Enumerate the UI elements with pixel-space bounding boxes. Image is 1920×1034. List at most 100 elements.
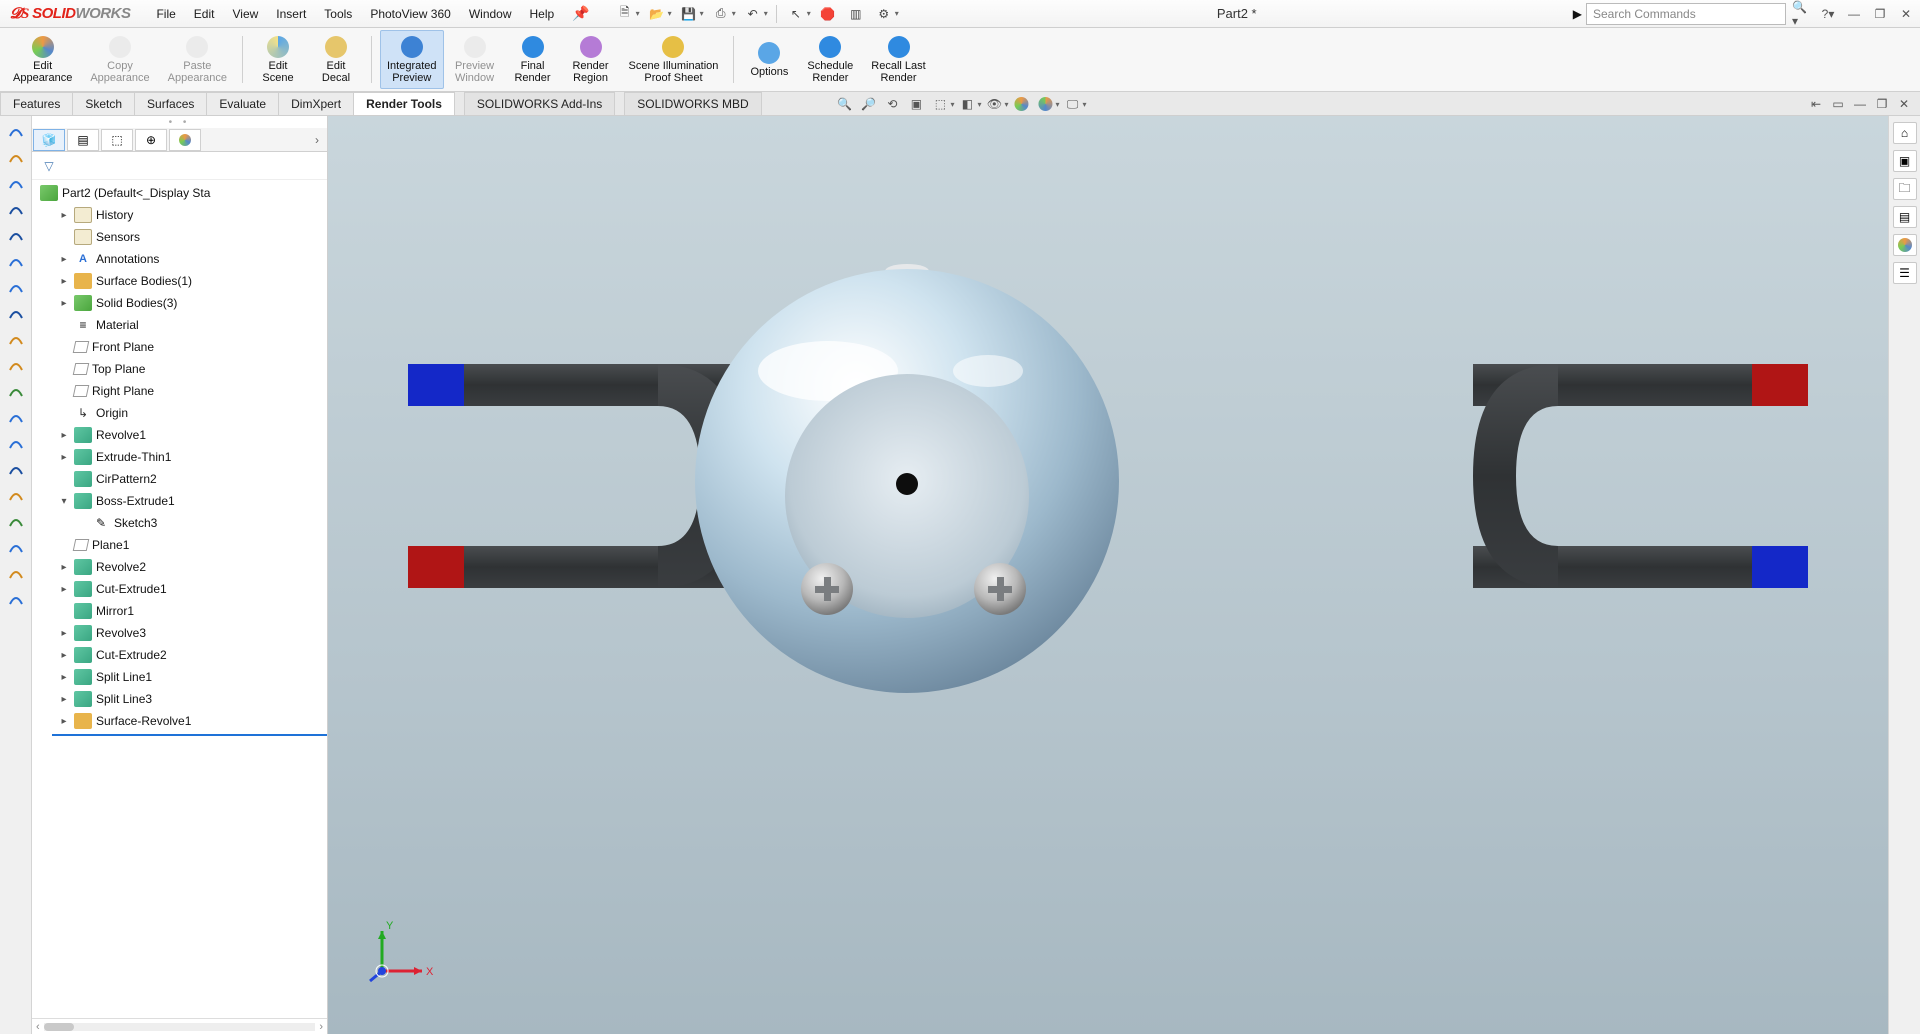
schedule-render-button[interactable]: ScheduleRender [800,30,860,89]
menu-file[interactable]: File [148,3,183,25]
search-commands-input[interactable]: Search Commands [1586,3,1786,25]
tree-item-origin[interactable]: ↳Origin [32,402,327,424]
sketch-tool-14[interactable] [4,484,28,506]
tree-horizontal-scrollbar[interactable]: ‹› [32,1018,327,1034]
filter-icon[interactable]: ▽ [40,157,58,175]
panel-overflow-icon[interactable]: › [307,133,327,147]
tree-root[interactable]: Part2 (Default<_Display Sta [32,182,327,204]
open-button[interactable]: 📂 [644,3,670,25]
print-button[interactable]: ⎙ [708,3,734,25]
section-view-icon[interactable]: ▣ [905,94,927,114]
sketch-tool-6[interactable] [4,276,28,298]
tree-item-revolve1[interactable]: ▸Revolve1 [32,424,327,446]
sketch-tool-9[interactable] [4,354,28,376]
tab-sketch[interactable]: Sketch [72,92,135,115]
appearances-icon[interactable] [1893,234,1917,256]
menu-view[interactable]: View [224,3,266,25]
final-render-button[interactable]: FinalRender [506,30,560,89]
sketch-tool-0[interactable] [4,120,28,142]
sketch-tool-17[interactable] [4,562,28,584]
tree-item-mirror1[interactable]: Mirror1 [32,600,327,622]
tree-item-sketch3[interactable]: ✎Sketch3 [32,512,327,534]
view-orientation-icon[interactable]: ⬚ [929,94,951,114]
recall-render-button[interactable]: Recall LastRender [864,30,932,89]
tab-solidworks-mbd[interactable]: SOLIDWORKS MBD [624,92,761,115]
tree-item-split-line3[interactable]: ▸Split Line3 [32,688,327,710]
sketch-tool-4[interactable] [4,224,28,246]
menu-edit[interactable]: Edit [186,3,223,25]
tree-item-front-plane[interactable]: Front Plane [32,336,327,358]
tree-item-material-not-specified-[interactable]: ≡Material [32,314,327,336]
edit-scene-button[interactable]: EditScene [251,30,305,89]
close-button[interactable]: ✕ [1896,4,1916,24]
property-manager-tab[interactable]: ▤ [67,129,99,151]
graphics-viewport[interactable]: X Y [328,116,1888,1034]
feature-tree-tab[interactable]: 🧊 [33,129,65,151]
display-manager-tab[interactable] [169,129,201,151]
file-explorer-icon[interactable]: ▤ [1893,206,1917,228]
tab-dimxpert[interactable]: DimXpert [278,92,354,115]
menu-tools[interactable]: Tools [316,3,360,25]
expand-panel-icon[interactable]: ⇤ [1806,95,1826,113]
tree-item-revolve3[interactable]: ▸Revolve3 [32,622,327,644]
sketch-tool-1[interactable] [4,146,28,168]
edit-appearance-button[interactable]: EditAppearance [6,30,79,89]
tab-solidworks-add-ins[interactable]: SOLIDWORKS Add-Ins [464,92,615,115]
tab-surfaces[interactable]: Surfaces [134,92,207,115]
menu-help[interactable]: Help [522,3,563,25]
undo-button[interactable]: ↶ [740,3,766,25]
restore-button[interactable]: ❐ [1870,4,1890,24]
close-viewport-icon[interactable]: ✕ [1894,95,1914,113]
dimxpert-manager-tab[interactable]: ⊕ [135,129,167,151]
options-button[interactable]: Options [742,30,796,89]
tab-features[interactable]: Features [0,92,73,115]
search-play-icon[interactable]: ▶ [1573,7,1582,21]
tree-item-boss-extrude1[interactable]: ▾Boss-Extrude1 [32,490,327,512]
tree-item-annotations[interactable]: ▸AAnnotations [32,248,327,270]
tab-render-tools[interactable]: Render Tools [353,92,455,115]
select-button[interactable]: ↖ [783,3,809,25]
tree-item-revolve2[interactable]: ▸Revolve2 [32,556,327,578]
sketch-tool-10[interactable] [4,380,28,402]
menu-insert[interactable]: Insert [268,3,314,25]
tree-item-solid-bodies-3-[interactable]: ▸Solid Bodies(3) [32,292,327,314]
tree-item-plane1[interactable]: Plane1 [32,534,327,556]
sketch-tool-18[interactable] [4,588,28,610]
sketch-tool-7[interactable] [4,302,28,324]
tree-item-right-plane[interactable]: Right Plane [32,380,327,402]
tree-item-extrude-thin1[interactable]: ▸Extrude-Thin1 [32,446,327,468]
min-viewport-icon[interactable]: — [1850,95,1870,113]
view-settings-icon[interactable]: 🖵 [1062,94,1084,114]
edit-appearance-hud-icon[interactable] [1011,94,1033,114]
sketch-tool-5[interactable] [4,250,28,272]
zoom-area-icon[interactable]: 🔎 [857,94,879,114]
tab-evaluate[interactable]: Evaluate [206,92,279,115]
design-library-icon[interactable]: 🗀 [1893,178,1917,200]
tree-item-split-line1[interactable]: ▸Split Line1 [32,666,327,688]
resources-icon[interactable]: ▣ [1893,150,1917,172]
tree-item-top-plane[interactable]: Top Plane [32,358,327,380]
tree-item-cirpattern2[interactable]: CirPattern2 [32,468,327,490]
menu-window[interactable]: Window [461,3,520,25]
max-viewport-icon[interactable]: ❐ [1872,95,1892,113]
new-doc-button[interactable]: 🗎 [612,3,638,25]
tree-item-surface-bodies-1-[interactable]: ▸Surface Bodies(1) [32,270,327,292]
edit-decal-button[interactable]: EditDecal [309,30,363,89]
save-button[interactable]: 💾 [676,3,702,25]
render-region-button[interactable]: RenderRegion [564,30,618,89]
sketch-tool-12[interactable] [4,432,28,454]
settings-button[interactable]: ⚙ [871,3,897,25]
integrated-preview-button[interactable]: IntegratedPreview [380,30,444,89]
tile-icon[interactable]: ▭ [1828,95,1848,113]
display-style-icon[interactable]: ◧ [956,94,978,114]
tree-item-cut-extrude1[interactable]: ▸Cut-Extrude1 [32,578,327,600]
sketch-tool-3[interactable] [4,198,28,220]
hide-show-icon[interactable]: 👁 [983,94,1005,114]
feature-tree[interactable]: Part2 (Default<_Display Sta▸HistorySenso… [32,180,327,1018]
config-manager-tab[interactable]: ⬚ [101,129,133,151]
pin-icon[interactable]: 📌 [572,5,589,22]
tree-item-sensors[interactable]: Sensors [32,226,327,248]
tree-item-history[interactable]: ▸History [32,204,327,226]
prev-view-icon[interactable]: ⟲ [881,94,903,114]
help-icon[interactable]: ?▾ [1818,4,1838,24]
